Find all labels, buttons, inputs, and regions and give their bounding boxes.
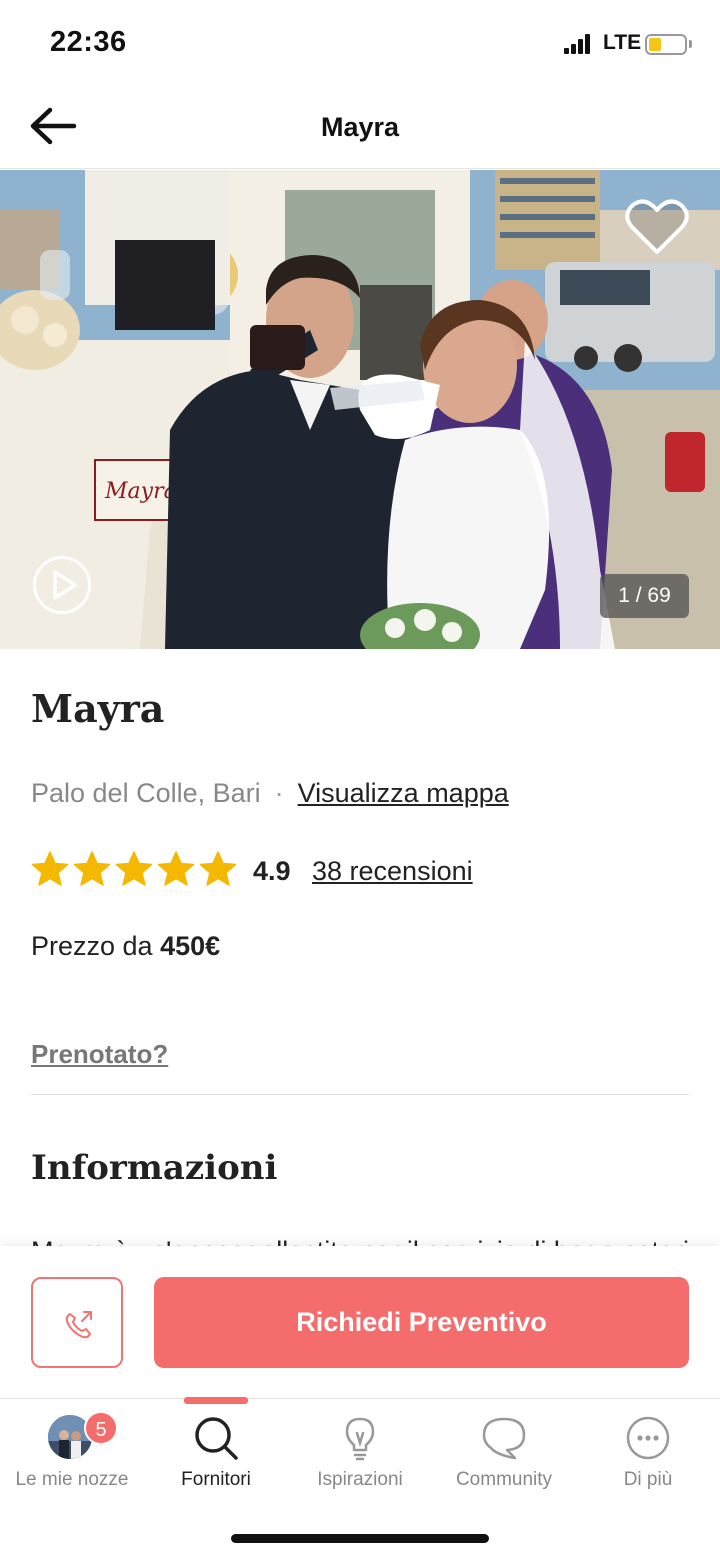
favorite-button[interactable] <box>624 196 690 258</box>
vendor-name: Mayra <box>31 686 165 731</box>
reviews-link[interactable]: 38 recensioni <box>312 856 473 887</box>
page-title: Mayra <box>320 112 400 142</box>
status-time: 22:36 <box>50 26 127 58</box>
battery-icon <box>645 34 687 55</box>
tab-label: Ispirazioni <box>317 1469 403 1490</box>
status-bar: 22:36 LTE <box>0 0 720 88</box>
request-quote-button[interactable]: Richiedi Preventivo <box>154 1277 689 1368</box>
location-row: Palo del Colle, Bari · Visualizza mappa <box>31 778 509 809</box>
tab-community[interactable]: Community <box>432 1399 576 1509</box>
action-bar: Richiedi Preventivo <box>0 1246 720 1398</box>
star-icon <box>73 851 111 886</box>
star-icon <box>157 851 195 886</box>
search-icon <box>195 1417 238 1460</box>
battery-cap <box>689 40 692 48</box>
description-text: Mayra è un'apecar allestita per il servi… <box>31 1234 691 1246</box>
tab-le-mie-nozze[interactable]: 5 Le mie nozze <box>0 1399 144 1509</box>
signal-icon <box>564 34 590 54</box>
tab-di-piu[interactable]: Di più <box>576 1399 720 1509</box>
home-indicator <box>231 1534 489 1543</box>
booked-link[interactable]: Prenotato? <box>31 1039 168 1070</box>
star-icon <box>31 851 69 886</box>
tab-label: Community <box>455 1469 553 1490</box>
photo-counter: 1 / 69 <box>600 574 689 618</box>
lightbulb-icon <box>345 1417 375 1461</box>
tab-label: Le mie nozze <box>15 1469 129 1490</box>
notification-badge: 5 <box>84 1411 118 1445</box>
vendor-location: Palo del Colle, Bari <box>31 778 261 808</box>
section-title-info: Informazioni <box>31 1148 278 1188</box>
nav-header: Mayra <box>0 88 720 169</box>
chat-bubble-icon <box>482 1417 526 1460</box>
price-row: Prezzo da 450€ <box>31 931 220 962</box>
price-value: 450€ <box>160 931 221 961</box>
tab-fornitori[interactable]: Fornitori <box>144 1399 288 1509</box>
tab-ispirazioni[interactable]: Ispirazioni <box>288 1399 432 1509</box>
price-prefix: Prezzo da <box>31 931 153 961</box>
play-circle-icon <box>53 570 77 600</box>
separator-dot: · <box>274 778 284 808</box>
view-map-link[interactable]: Visualizza mappa <box>298 778 509 808</box>
tab-label: Fornitori <box>181 1469 251 1490</box>
rating-value: 4.9 <box>253 856 291 886</box>
rating-stars <box>31 850 241 890</box>
description-preview: Mayra è un'apecar allestita per il servi… <box>31 1232 691 1246</box>
network-label: LTE <box>603 31 642 54</box>
phone-call-icon <box>65 1311 92 1339</box>
rating-row: 4.9 38 recensioni <box>31 850 691 890</box>
play-video-button[interactable] <box>33 556 91 614</box>
star-icon <box>199 851 237 886</box>
tab-label: Di più <box>623 1469 673 1490</box>
divider <box>31 1094 689 1095</box>
more-dots-icon <box>626 1416 670 1460</box>
call-button[interactable] <box>31 1277 123 1368</box>
heart-outline-icon <box>625 199 689 254</box>
star-icon <box>115 851 153 886</box>
battery-fill <box>649 38 661 51</box>
